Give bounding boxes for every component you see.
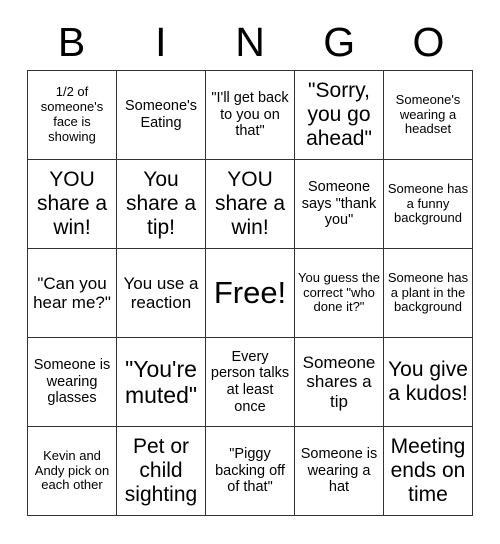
bingo-cell-b3[interactable]: "Can you hear me?" [28,249,117,338]
bingo-cell-label: You share a tip! [125,168,197,239]
bingo-cell-i5[interactable]: Pet or child sighting [117,427,206,516]
bingo-cell-label: "You're muted" [124,355,198,408]
bingo-cell-n2[interactable]: YOU share a win! [206,160,295,249]
bingo-cell-label: Free! [213,275,287,311]
bingo-cell-n1[interactable]: "I'll get back to you on that" [206,71,295,160]
bingo-cell-label: Someone has a funny background [387,180,469,226]
bingo-cell-label: "I'll get back to you on that" [211,90,289,140]
bingo-cell-label: Every person talks at least once [210,348,290,415]
bingo-cell-o4[interactable]: You give a kudos! [384,338,473,427]
bingo-header-letter-n: N [235,18,265,65]
bingo-header-letter-g: G [323,18,356,65]
bingo-cell-o5[interactable]: Meeting ends on time [384,427,473,516]
bingo-cell-o2[interactable]: Someone has a funny background [384,160,473,249]
bingo-cell-o3[interactable]: Someone has a plant in the background [384,249,473,338]
bingo-cell-n4[interactable]: Every person talks at least once [206,338,295,427]
bingo-cell-b1[interactable]: 1/2 of someone's face is showing [28,71,117,160]
bingo-cell-g5[interactable]: Someone is wearing a hat [295,427,384,516]
bingo-header-letter-b: B [57,18,86,65]
bingo-cell-label: Someone shares a tip [302,352,376,411]
bingo-cell-n3[interactable]: Free! [206,249,295,338]
bingo-header-letter-i: I [155,18,167,65]
bingo-grid: 1/2 of someone's face is showing Someone'… [27,70,473,516]
bingo-cell-label: Someone's wearing a headset [395,91,461,137]
bingo-cell-b4[interactable]: Someone is wearing glasses [28,338,117,427]
bingo-cell-label: Pet or child sighting [124,435,198,506]
bingo-cell-label: YOU share a win! [36,168,108,239]
bingo-card: B I N G O 1/2 of someone's face is showi… [0,0,500,544]
bingo-cell-label: "Sorry, you go ahead" [306,79,372,150]
bingo-cell-label: 1/2 of someone's face is showing [40,84,104,144]
bingo-header: B I N G O [27,14,473,70]
bingo-cell-i2[interactable]: You share a tip! [117,160,206,249]
bingo-cell-label: Someone is wearing a hat [300,446,378,496]
bingo-cell-g2[interactable]: Someone says "thank you" [295,160,384,249]
bingo-cell-g4[interactable]: Someone shares a tip [295,338,384,427]
bingo-cell-label: Someone is wearing glasses [33,357,111,407]
bingo-cell-label: Someone says "thank you" [301,179,377,229]
bingo-cell-label: "Can you hear me?" [33,273,111,312]
bingo-cell-i4[interactable]: "You're muted" [117,338,206,427]
bingo-cell-n5[interactable]: "Piggy backing off of that" [206,427,295,516]
bingo-cell-b5[interactable]: Kevin and Andy pick on each other [28,427,117,516]
bingo-cell-g3[interactable]: You guess the correct "who done it?" [295,249,384,338]
bingo-cell-o1[interactable]: Someone's wearing a headset [384,71,473,160]
bingo-cell-label: You use a reaction [123,273,199,312]
bingo-cell-label: Someone has a plant in the background [387,269,469,315]
bingo-cell-i1[interactable]: Someone's Eating [117,71,206,160]
bingo-cell-label: You guess the correct "who done it?" [298,269,380,315]
bingo-cell-label: Kevin and Andy pick on each other [34,447,110,493]
bingo-cell-label: You give a kudos! [388,358,468,405]
bingo-header-letter-o: O [412,18,445,65]
bingo-cell-g1[interactable]: "Sorry, you go ahead" [295,71,384,160]
bingo-cell-label: Someone's Eating [124,98,198,131]
bingo-cell-label: YOU share a win! [214,168,286,239]
bingo-cell-label: "Piggy backing off of that" [215,446,285,496]
bingo-cell-i3[interactable]: You use a reaction [117,249,206,338]
bingo-cell-b2[interactable]: YOU share a win! [28,160,117,249]
bingo-cell-label: Meeting ends on time [390,435,466,506]
